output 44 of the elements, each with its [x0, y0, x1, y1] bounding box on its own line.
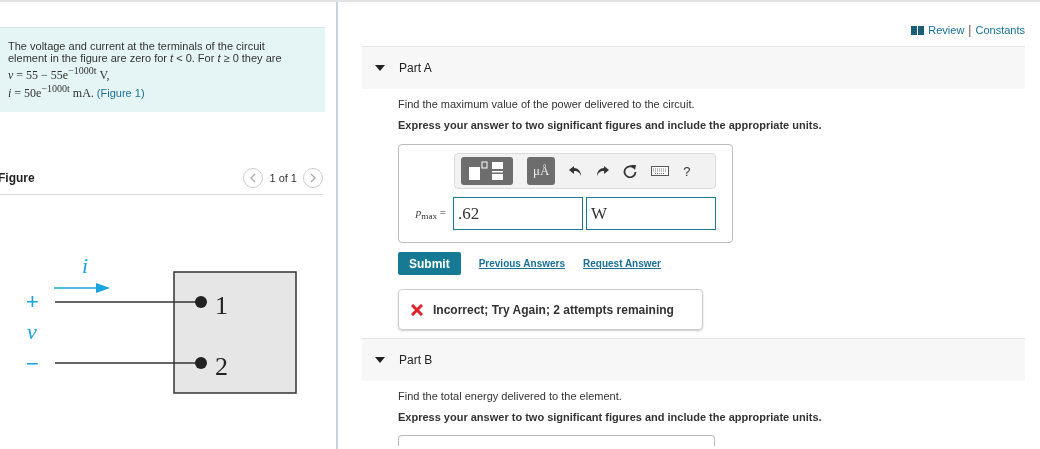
part-header[interactable]: Part B [362, 338, 1025, 381]
caret-icon [375, 357, 385, 363]
plus-sign: + [26, 289, 39, 314]
redo-button[interactable] [596, 165, 610, 177]
reset-button[interactable] [623, 164, 638, 178]
instruction-text: Express your answer to two significant figures and include the appropriate units. [398, 119, 823, 131]
redo-icon [596, 165, 610, 177]
book-icon [911, 25, 925, 35]
feedback-message: Incorrect; Try Again; 2 attempts remaining [398, 289, 703, 330]
constants-link[interactable]: Constants [975, 24, 1025, 36]
keyboard-button[interactable] [651, 166, 670, 176]
minus-sign: − [26, 351, 39, 376]
figure-link[interactable]: (Figure 1) [96, 87, 145, 99]
undo-button[interactable] [569, 165, 583, 177]
voltage-label: v [27, 319, 37, 344]
page-counter: 1 of 1 [269, 172, 297, 184]
problem-text: The voltage and current at the terminals of the circuit element in the figure are zero for t < 0. For t ≥ 0 they are [8, 40, 283, 64]
undo-icon [569, 165, 583, 177]
equation-text: i = 50e$^{−1000t}$ mA. [8, 86, 94, 100]
link-separator: | [968, 23, 972, 37]
question-text: Find the total energy delivered to the element. [398, 390, 623, 402]
terminal-label: 1 [215, 291, 228, 320]
chevron-right-icon [310, 173, 316, 183]
equation: v = 55 − 55e$^{−1000t}$ V, [8, 64, 111, 82]
current-arrow [53, 283, 110, 293]
variable-label: p$_{max}$ = [415, 205, 446, 222]
terminal-label: 2 [215, 352, 228, 381]
units-field[interactable]: W [586, 197, 716, 230]
value-field[interactable]: .62 [453, 197, 583, 230]
submit-button[interactable]: Submit [398, 252, 461, 275]
caret-icon [375, 65, 385, 71]
templates-button[interactable] [461, 157, 513, 185]
reset-icon [623, 164, 638, 178]
chevron-left-icon [250, 173, 257, 183]
question-text: Find the maximum value of the power delivered to the circuit. [398, 98, 696, 110]
answer-link[interactable]: Request Answer [583, 258, 661, 269]
answer-link[interactable]: Previous Answers [478, 258, 565, 269]
current-label: i [82, 253, 89, 278]
keyboard-icon [651, 166, 670, 176]
part-header[interactable]: Part A [362, 46, 1025, 89]
instruction-text: Express your answer to two significant figures and include the appropriate units. [398, 411, 823, 423]
help-button[interactable]: ? [683, 163, 691, 179]
units-button[interactable]: μÅ [527, 157, 556, 185]
review-link[interactable]: Review [928, 24, 965, 36]
